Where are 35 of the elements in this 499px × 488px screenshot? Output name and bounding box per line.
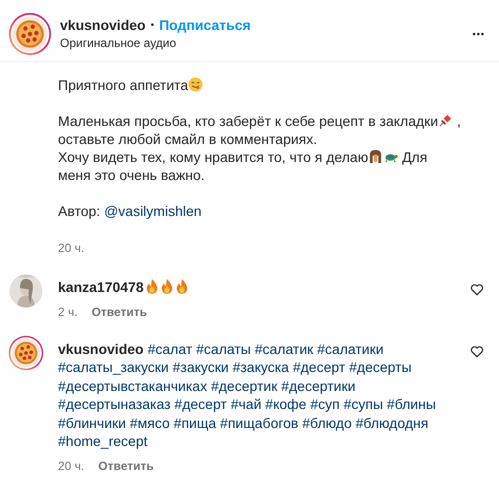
caption-text: меня это очень важно. [58,167,205,183]
comment-time: 2 ч. [58,304,78,318]
pushpin-icon [438,113,454,128]
hashtag-text[interactable]: #десертыназаказ #десерт #чай #кофе #суп #супы #блины [58,396,436,412]
more-button[interactable]: ••• [472,28,485,38]
audio-label[interactable]: Оригинальное аудио [60,36,473,50]
comment-time: 20 ч. [58,458,84,472]
hashtag-text[interactable]: #салаты_закуски #закуски #закуска #десерт #десерты [58,359,412,375]
heart-icon[interactable] [469,281,485,297]
avatar[interactable] [8,12,52,56]
caption-text: оставьте любой смайл в комментариях. [58,131,318,147]
caption-text: Маленькая просьба, кто заберёт к себе рецепт в закладки [58,113,438,129]
mention-link[interactable]: @vasilymishlen [104,203,202,219]
reply-link[interactable]: Ответить [92,304,148,318]
smiley-icon [188,77,204,92]
separator: • [150,20,154,30]
caption-text: Хочу видеть тех, кому нравится то, что я делаю [58,149,368,165]
caption-text: Приятного аппетита [58,77,188,93]
hashtag-text[interactable]: #десертывстаканчиках #десертик #десертики [58,378,356,394]
hashtag-text[interactable]: #салат #салаты #салатик #салатики [148,340,384,356]
hashtag-text[interactable]: #home_recept [58,433,148,449]
fire-icon [160,278,174,294]
fire-icon [144,278,159,294]
caption-text: , [456,113,461,129]
caption-text: Автор: [58,203,102,219]
avatar[interactable] [8,334,44,370]
hashtag-text[interactable]: #блинчики #мясо #пища #пищабогов #блюдо #блюдодня [58,414,428,430]
username[interactable]: vkusnovideo [60,17,146,33]
username[interactable]: vkusnovideo [58,340,144,356]
reply-link[interactable]: Ответить [98,458,154,472]
fire-icon [174,278,189,294]
username[interactable]: kanza170478 [58,279,144,295]
caption-text: Для [401,149,428,165]
figure-icon [368,149,384,164]
post-time: 20 ч. [58,240,84,257]
